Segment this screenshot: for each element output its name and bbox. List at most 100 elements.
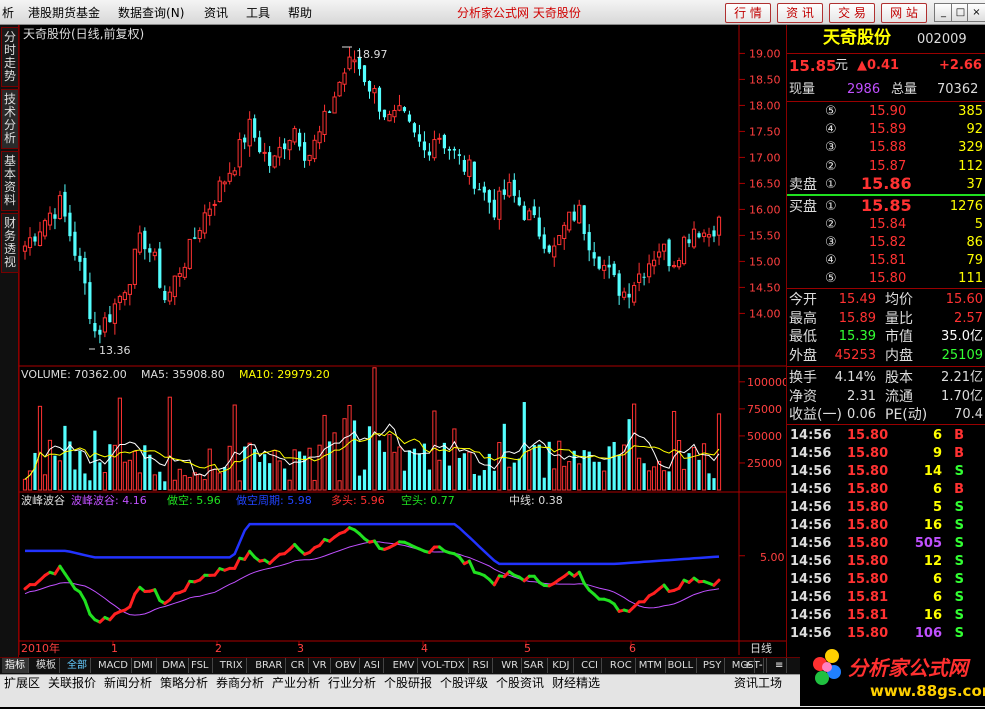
indicator-tab[interactable]: TRIX	[217, 658, 247, 673]
candlestick	[178, 267, 181, 286]
bottom-tab[interactable]: 行业分析	[328, 676, 376, 691]
month-tick: 5	[524, 642, 531, 655]
volume-y-tick: 25000	[747, 457, 782, 470]
stock-chart[interactable]: 天奇股份(日线,前复权) 18.97 13.36 19.0018.5018.00…	[19, 25, 786, 655]
period-label[interactable]: 日线	[750, 641, 772, 655]
indicator-tab[interactable]: CCI	[578, 658, 602, 673]
info-value: 2.31	[847, 388, 876, 406]
indicator-tab[interactable]: DMI	[130, 658, 156, 673]
indicator-tab[interactable]: MACD	[95, 658, 132, 673]
volume-bar	[413, 449, 416, 490]
volume-bar	[428, 470, 431, 490]
info-value: 4.14%	[835, 369, 876, 387]
tick-time: 14:56	[790, 427, 831, 445]
indicator-tab[interactable]: BOLL	[665, 658, 698, 673]
volume-bar	[493, 471, 496, 490]
indicator-tab[interactable]: VR	[310, 658, 331, 673]
indicator-tab[interactable]: EMV	[390, 658, 419, 673]
indicator-tab[interactable]: 模板	[33, 658, 60, 673]
ask-level: ②	[825, 158, 837, 176]
indicator-tab[interactable]: FSL	[188, 658, 213, 673]
indicator-tab[interactable]: SAR	[521, 658, 548, 673]
indicator-tab[interactable]: VOL-TDX	[418, 658, 468, 673]
tab-intraday[interactable]: 分时走势	[1, 27, 19, 87]
volume-bar	[523, 402, 526, 490]
tab-technical[interactable]: 技术分析	[1, 89, 19, 149]
ask-volume: 112	[958, 158, 983, 176]
candlestick	[218, 176, 221, 202]
bottom-tab[interactable]: 关联报价	[48, 676, 96, 691]
indicator-tab[interactable]: RSI	[470, 658, 493, 673]
close-icon[interactable]: ×	[967, 3, 985, 22]
tick-volume: 106	[915, 625, 942, 643]
indicator-tab[interactable]: ROC	[607, 658, 636, 673]
menu-item-help[interactable]: 帮助	[288, 4, 312, 21]
news-button[interactable]: 资 讯	[777, 3, 823, 23]
website-button[interactable]: 网 站	[881, 3, 927, 23]
indicator-tab[interactable]: PSY	[700, 658, 726, 673]
bid-row[interactable]: ④15.8179	[787, 252, 985, 270]
bottom-tab[interactable]: 个股资讯	[496, 676, 544, 691]
indicator-tab[interactable]: MTM	[636, 658, 666, 673]
indicator-tab[interactable]: OBV	[332, 658, 360, 673]
volume-bar	[373, 368, 376, 490]
ask-row[interactable]: ③15.88329	[787, 139, 985, 157]
volume-bar	[123, 462, 126, 490]
trade-button[interactable]: 交 易	[829, 3, 875, 23]
indicator-tab[interactable]: DMA	[159, 658, 189, 673]
indicator-tab[interactable]: 指标	[2, 658, 29, 673]
info-workshop-tab[interactable]: 资讯工场	[734, 676, 782, 691]
volume-bar	[183, 476, 186, 490]
bottom-tab[interactable]: 新闻分析	[104, 676, 152, 691]
bid-row[interactable]: ③15.8286	[787, 234, 985, 252]
indicator-tab[interactable]: BRAR	[252, 658, 286, 673]
indicator-tab[interactable]: CR	[288, 658, 309, 673]
bottom-tab[interactable]: 产业分析	[272, 676, 320, 691]
volume-bar	[543, 478, 546, 490]
menu-item-analysis[interactable]: 析	[2, 4, 14, 21]
volume-bar	[513, 463, 516, 490]
menu-item-news[interactable]: 资讯	[204, 4, 228, 21]
candlestick	[63, 184, 66, 222]
quotes-button[interactable]: 行 情	[725, 3, 771, 23]
ask-row[interactable]: 卖盘①15.8637	[787, 176, 985, 194]
menu-item-data-query[interactable]: 数据查询(N)	[118, 4, 184, 21]
indicator-tab[interactable]: ASI	[361, 658, 384, 673]
bid-row[interactable]: ②15.845	[787, 216, 985, 234]
bid-row[interactable]: 买盘①15.851276	[787, 198, 985, 216]
ask-row[interactable]: ②15.87112	[787, 158, 985, 176]
candlestick	[368, 80, 371, 98]
menu-item-hk-futures[interactable]: 港股期货基金	[28, 4, 100, 21]
ask-row[interactable]: ④15.8992	[787, 121, 985, 139]
volume-bar	[23, 479, 26, 490]
chart-area[interactable]: 天奇股份(日线,前复权) 18.97 13.36 19.0018.5018.00…	[19, 25, 786, 655]
volume-bar	[448, 466, 451, 490]
tab-financials[interactable]: 财务透视	[1, 213, 19, 273]
bottom-tab[interactable]: 财经精选	[552, 676, 600, 691]
price-y-tick: 17.50	[749, 125, 781, 138]
chart-nav-control[interactable]: ≡	[772, 658, 787, 673]
bid-row[interactable]: ⑤15.80111	[787, 270, 985, 288]
menu-item-tools[interactable]: 工具	[246, 4, 270, 21]
indicator-label-midline: 中线: 0.38	[509, 493, 563, 507]
chart-nav-control[interactable]: -	[756, 658, 767, 673]
bottom-tab[interactable]: 扩展区	[4, 676, 40, 691]
chart-nav-control[interactable]: +	[740, 658, 755, 673]
tick-price: 15.80	[847, 625, 888, 643]
candlestick	[608, 256, 611, 279]
candlestick	[423, 131, 426, 158]
bottom-tab[interactable]: 个股研报	[384, 676, 432, 691]
ask-row[interactable]: ⑤15.90385	[787, 103, 985, 121]
candlestick	[328, 110, 331, 112]
bid-volume: 1276	[950, 198, 983, 216]
ask-price: 15.89	[869, 121, 906, 139]
tab-fundamentals[interactable]: 基本资料	[1, 151, 19, 211]
bottom-tab[interactable]: 个股评级	[440, 676, 488, 691]
indicator-tab[interactable]: WR	[498, 658, 522, 673]
bottom-tab[interactable]: 券商分析	[216, 676, 264, 691]
volume-bar	[328, 441, 331, 490]
bottom-tab[interactable]: 策略分析	[160, 676, 208, 691]
candlestick	[712, 226, 715, 242]
indicator-tab[interactable]: 全部	[64, 658, 91, 673]
indicator-tab[interactable]: KDJ	[549, 658, 573, 673]
